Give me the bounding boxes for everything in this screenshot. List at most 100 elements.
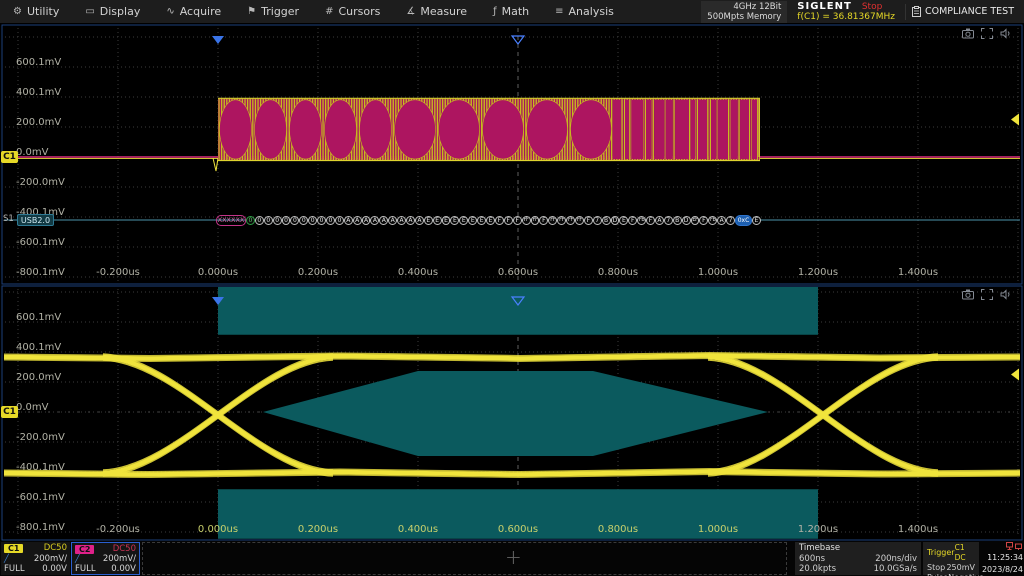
sound-icon[interactable] [1000,28,1012,39]
date-readout: 2023/8/24 [982,565,1023,575]
decode-token: FF [557,216,566,225]
usb2-bus-badge[interactable]: USB2.0 [17,214,54,226]
decode-token: 0 [335,216,344,225]
decode-token: B [602,216,611,225]
c1-badge: C1 [4,544,23,553]
c2-badge: C2 [75,545,94,554]
decode-token: 0xC [735,215,752,226]
eye-diagram-display[interactable]: C1 [0,285,1024,541]
decode-token: 0 [317,216,326,225]
timebase-title: Timebase [799,543,840,553]
trigger-title: Trigger [927,548,955,558]
decode-token: 0 [246,216,255,225]
camera-icon[interactable] [962,289,974,300]
decode-token: A [655,216,664,225]
c1-channel-badge[interactable]: C1 [1,151,18,163]
c2-offset: 0.00V [111,564,136,574]
timebase-scale: 200ns/div [875,554,917,564]
decode-token: A [415,216,424,225]
trigger-box[interactable]: Trigger C1 DC Stop 250mV Pulse Negative [923,542,979,575]
usb-decode-row[interactable]: XXXXXX00000000000AAAAAAAAAEEEEEEEEFFFFFF… [216,214,764,227]
decode-token: FF [566,216,575,225]
decode-token: A [370,216,379,225]
decode-token: 7 [726,216,735,225]
decode-token: FF [522,216,531,225]
decode-token: FF [531,216,540,225]
s1-bus-label: S1 [3,214,14,224]
decode-token: B [673,216,682,225]
trigger-source: C1 DC [955,543,975,563]
channel-c1-box[interactable]: C1 DC50 ╱ 200mV/ FULL 0.00V [1,542,70,575]
c2-bandwidth: FULL [75,564,96,574]
decode-token: A [362,216,371,225]
c1-offset: 0.00V [42,564,67,574]
decode-token: A [344,216,353,225]
oscilloscope-screen: ⚙Utility▭Display∿Acquire⚑Trigger#Cursors… [0,0,1024,576]
c1-bandwidth: FULL [4,564,25,574]
decode-token: 0 [308,216,317,225]
decode-token: FB [637,216,646,225]
decode-token: 7 [664,216,673,225]
decode-token: FF [548,216,557,225]
decode-token: XXXXXX [216,215,246,226]
network-icon[interactable] [1006,542,1023,551]
time-readout: 11:25:34 [987,553,1023,563]
decode-token: F [584,216,593,225]
decode-token: F [539,216,548,225]
decode-token: 0 [255,216,264,225]
status-bar: C1 DC50 ╱ 200mV/ FULL 0.00V C2 DC50 ╱ 20… [0,541,1024,576]
timebase-points: 20.0kpts [799,564,836,574]
decode-token: F [504,216,513,225]
decode-token: FB [708,216,717,225]
expand-icon[interactable] [981,28,993,39]
c2-scale: 200mV/ [103,554,136,564]
decode-token: FF [575,216,584,225]
decode-token: 0 [290,216,299,225]
expand-icon[interactable] [981,289,993,300]
add-channel-plus[interactable]: + [505,545,522,569]
waveform-display[interactable]: C1 S1 USB2.0 XXXXXX00000000000AAAAAAAAAE… [0,24,1024,285]
decode-token: F [495,216,504,225]
trigger-level: 250mV [946,563,975,573]
c1-scale: 200mV/ [34,554,67,564]
timebase-box[interactable]: Timebase 600ns 200ns/div 20.0kpts 10.0GS… [795,542,921,575]
decode-token: 7 [593,216,602,225]
plot1-corner-icons [962,28,1012,39]
c1-coupling: DC50 [44,543,67,553]
decode-token: E [424,216,433,225]
decode-token: A [379,216,388,225]
sound-icon[interactable] [1000,289,1012,300]
c2-coupling: DC50 [113,544,136,554]
clock: 11:25:34 2023/8/24 [981,542,1024,575]
decode-token: 0 [282,216,291,225]
decode-token: E [450,216,459,225]
trigger-status: Stop [927,563,945,573]
decode-token: E [477,216,486,225]
decode-token: E [459,216,468,225]
timebase-delay: 600ns [799,554,825,564]
decode-token: E [433,216,442,225]
decode-token: F [628,216,637,225]
decode-token: F [699,216,708,225]
slope-icon: ╱ [4,555,9,563]
decode-token: EF [691,216,700,225]
slope-icon: ╱ [75,555,80,563]
decode-token: A [406,216,415,225]
decode-token: E [442,216,451,225]
channel-c2-box[interactable]: C2 DC50 ╱ 200mV/ FULL 0.00V [71,542,140,575]
decode-token: E [486,216,495,225]
camera-icon[interactable] [962,28,974,39]
decode-token: E [468,216,477,225]
timebase-rate: 10.0GSa/s [874,564,917,574]
decode-token: A [353,216,362,225]
decode-token: 0 [299,216,308,225]
add-channel-box[interactable]: + [142,542,787,575]
decode-token: A [397,216,406,225]
decode-token: 0 [326,216,335,225]
decode-token: F [646,216,655,225]
plot2-corner-icons [962,289,1012,300]
c1-channel-badge[interactable]: C1 [1,406,18,418]
decode-token: A [717,216,726,225]
decode-token: D [611,216,620,225]
decode-token: F [513,216,522,225]
